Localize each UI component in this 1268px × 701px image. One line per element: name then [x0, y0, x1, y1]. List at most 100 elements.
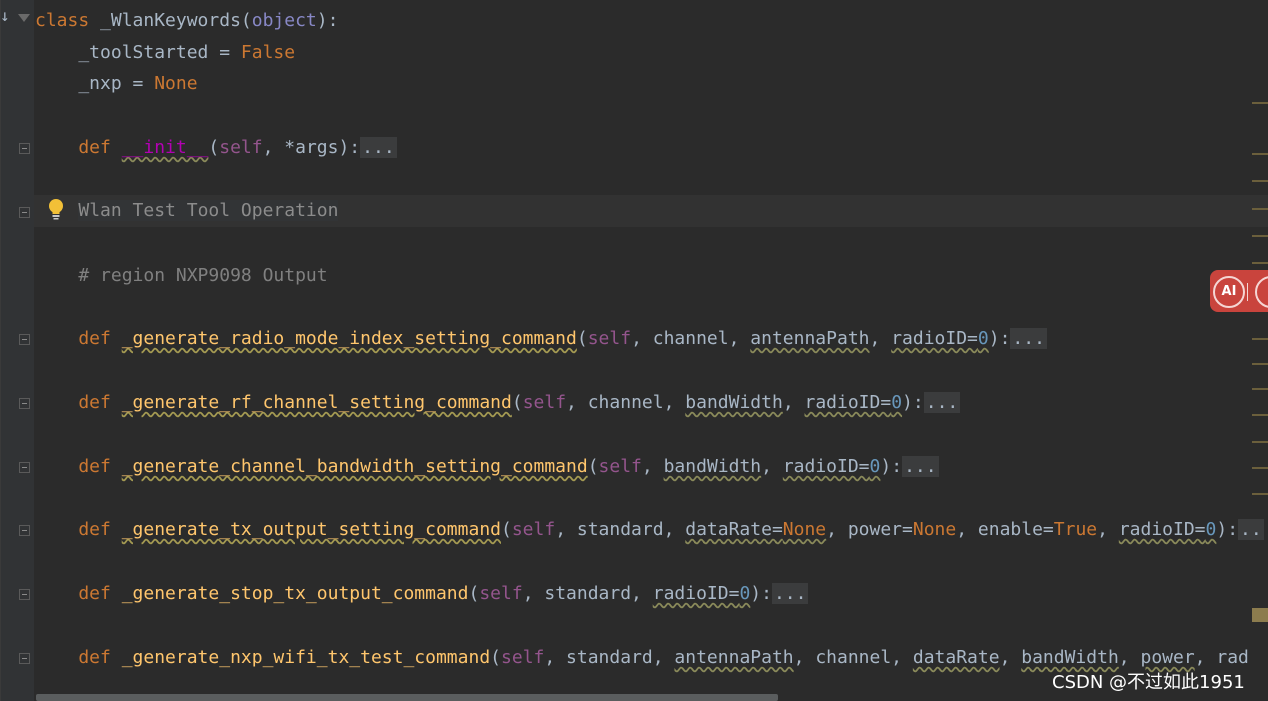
scroll-marker[interactable]	[1252, 414, 1268, 416]
punct: (	[208, 137, 220, 158]
params: ,	[641, 456, 664, 477]
fold-icon[interactable]	[19, 207, 30, 218]
fold-icon[interactable]	[19, 398, 30, 409]
code-line-rf-channel[interactable]: def _generate_rf_channel_setting_command…	[35, 387, 961, 419]
folded-dots[interactable]: ...	[1010, 328, 1047, 349]
params: ,	[782, 392, 805, 413]
punct: ):	[880, 456, 903, 477]
function-name: _generate_radio_mode_index_setting_comma…	[121, 328, 577, 349]
param: antennaPath	[674, 647, 794, 668]
number: 0	[869, 456, 881, 477]
code-line-init[interactable]: def __init__(self, *args):...	[35, 132, 397, 164]
attr-name: _toolStarted =	[35, 42, 241, 63]
attr-value: False	[240, 42, 296, 63]
number: 0	[977, 328, 989, 349]
keyword: def	[35, 519, 122, 540]
folded-dots[interactable]: ...	[902, 456, 939, 477]
scroll-marker[interactable]	[1252, 208, 1268, 210]
param: bandWidth	[663, 456, 762, 477]
folded-dots[interactable]: ...	[923, 392, 961, 413]
scroll-marker[interactable]	[1252, 338, 1268, 340]
param: radioID=	[891, 328, 978, 349]
params: , power=	[826, 519, 913, 540]
scroll-marker[interactable]	[1252, 363, 1268, 365]
self-param: self	[511, 519, 556, 540]
fold-icon[interactable]	[19, 462, 30, 473]
param: power	[1140, 647, 1195, 668]
function-name: _generate_tx_output_setting_command	[121, 519, 501, 540]
param: rad	[1216, 647, 1249, 668]
scroll-marker[interactable]	[1252, 235, 1268, 237]
scroll-marker[interactable]	[1252, 467, 1268, 469]
folded-dots[interactable]: ..	[1238, 519, 1264, 540]
fold-icon[interactable]	[19, 589, 30, 600]
code-line-nxp[interactable]: _nxp = None	[35, 68, 197, 100]
param: radioID=	[804, 392, 892, 413]
params: , standard,	[555, 519, 686, 540]
ai-separator	[1247, 283, 1248, 301]
scroll-marker[interactable]	[1252, 180, 1268, 182]
params: ,	[761, 456, 783, 477]
param: bandWidth	[685, 392, 783, 413]
params: ,	[869, 328, 892, 349]
scroll-marker[interactable]	[1252, 262, 1268, 264]
param: bandWidth	[1021, 647, 1119, 668]
code-line-bandwidth[interactable]: def _generate_channel_bandwidth_setting_…	[35, 451, 939, 483]
ai-icon[interactable]: AI	[1213, 276, 1245, 308]
fold-icon[interactable]	[19, 143, 30, 154]
self-param: self	[598, 456, 642, 477]
class-name: _WlanKeywords	[89, 10, 241, 31]
folded-region-title[interactable]: Wlan Test Tool Operation	[78, 200, 339, 221]
folded-dots[interactable]: ...	[360, 137, 397, 158]
number: 0	[891, 392, 903, 413]
fold-icon[interactable]	[19, 653, 30, 664]
function-name: _generate_stop_tx_output_command	[121, 583, 469, 604]
param: radioID=	[782, 456, 870, 477]
attr-name: _nxp =	[35, 73, 155, 94]
params: ,	[1097, 519, 1119, 540]
scroll-marker[interactable]	[1252, 153, 1268, 155]
punct: (	[240, 10, 252, 31]
params: , channel,	[793, 647, 913, 668]
code-line-comment[interactable]: # region NXP9098 Output	[35, 260, 327, 292]
scroll-marker[interactable]	[1252, 388, 1268, 390]
params: , standard,	[522, 583, 653, 604]
down-arrow-icon[interactable]: ↓	[0, 6, 10, 25]
code-line-class[interactable]: class _WlanKeywords(object):	[35, 5, 338, 37]
scroll-marker[interactable]	[1252, 102, 1268, 104]
params: ,	[1118, 647, 1141, 668]
self-param: self	[501, 647, 545, 668]
punct: ):	[316, 10, 339, 31]
keyword: def	[35, 583, 122, 604]
params: , standard,	[544, 647, 675, 668]
punct: ):	[988, 328, 1011, 349]
scroll-marker[interactable]	[1252, 493, 1268, 495]
keyword: def	[35, 647, 122, 668]
scroll-marker[interactable]	[1252, 441, 1268, 443]
code-line-tx-output[interactable]: def _generate_tx_output_setting_command(…	[35, 514, 1264, 546]
keyword: def	[35, 392, 122, 413]
fold-collapse-icon[interactable]	[18, 14, 30, 22]
code-line-tool-started[interactable]: _toolStarted = False	[35, 37, 295, 69]
watermark: CSDN @不过如此1951	[1052, 672, 1245, 693]
code-line-stop-tx[interactable]: def _generate_stop_tx_output_command(sel…	[35, 578, 809, 610]
fold-icon[interactable]	[19, 525, 30, 536]
param: dataRate=	[685, 519, 783, 540]
punct: (	[501, 519, 512, 540]
code-line-region[interactable]: Wlan Test Tool Operation	[35, 195, 339, 227]
param-default: None	[782, 519, 827, 540]
params: , enable=	[956, 519, 1054, 540]
param-default: True	[1053, 519, 1098, 540]
params: ,	[1194, 647, 1217, 668]
fold-icon[interactable]	[19, 334, 30, 345]
self-param: self	[219, 137, 263, 158]
gutter-border	[0, 0, 1, 701]
function-name: _generate_nxp_wifi_tx_test_command	[121, 647, 491, 668]
scroll-thumb-marker[interactable]	[1252, 608, 1268, 622]
code-line-radio-mode[interactable]: def _generate_radio_mode_index_setting_c…	[35, 323, 1047, 355]
punct: (	[490, 647, 502, 668]
folded-dots[interactable]: ...	[771, 583, 809, 604]
number: 0	[1205, 519, 1217, 540]
horizontal-scrollbar[interactable]	[36, 694, 778, 701]
